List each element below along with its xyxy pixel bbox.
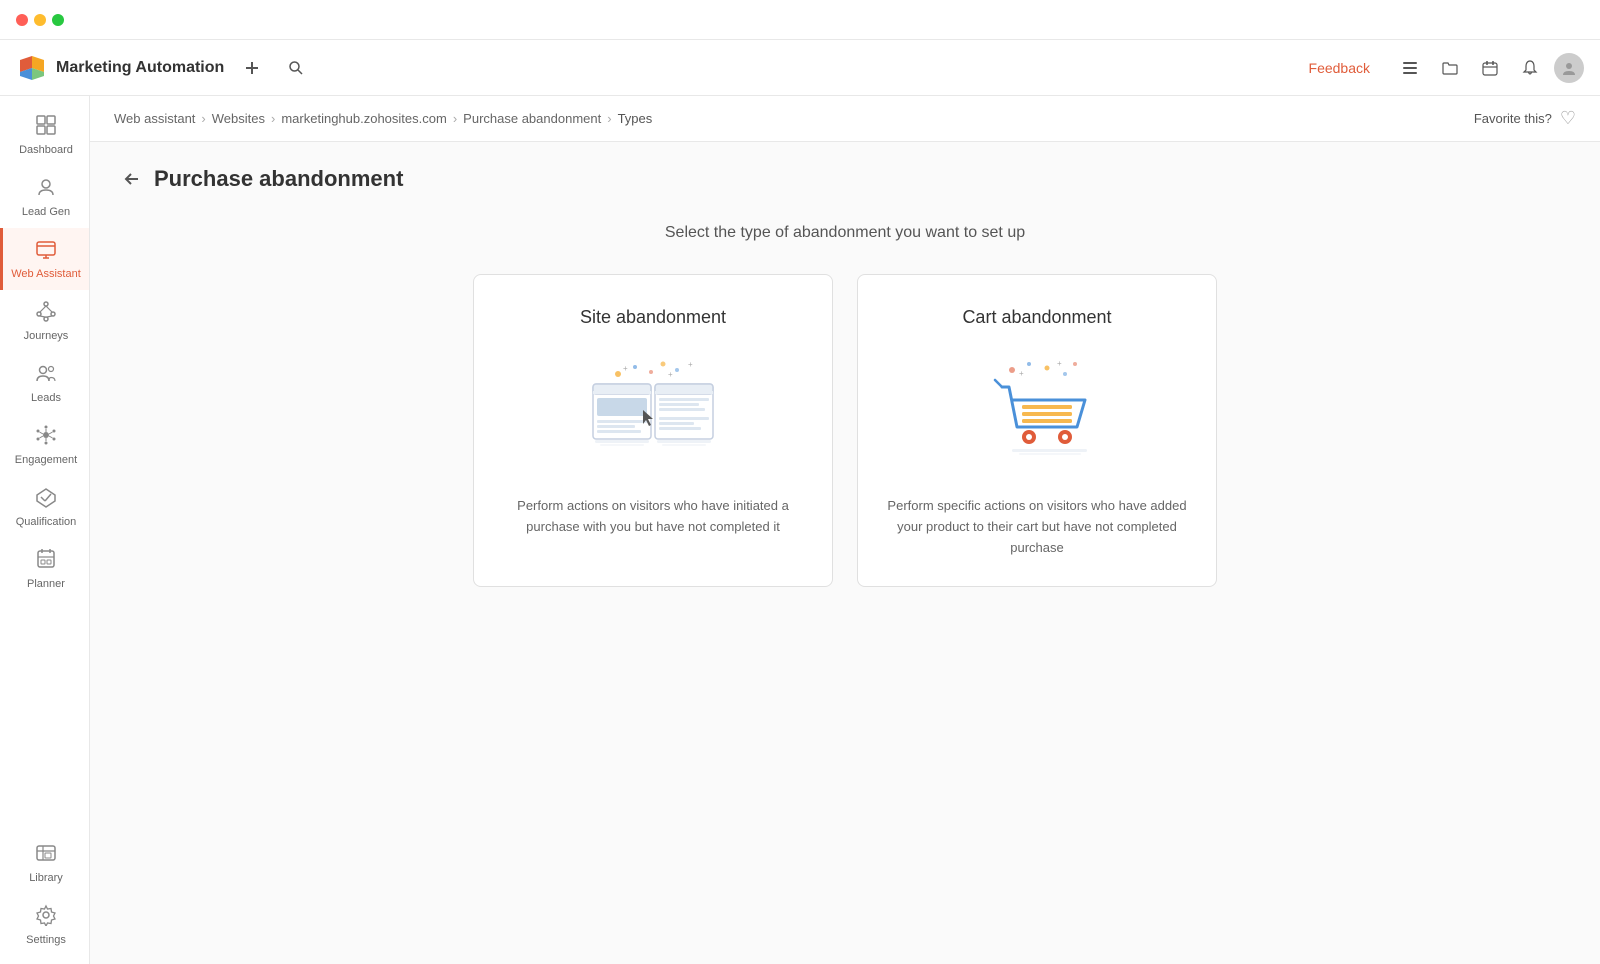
breadcrumb-web-assistant[interactable]: Web assistant: [114, 111, 195, 126]
app-logo-icon: [16, 52, 48, 84]
sidebar-item-qualification[interactable]: Qualification: [0, 476, 89, 538]
cart-abandonment-illustration: + +: [957, 352, 1117, 472]
app-header: Marketing Automation Feedback: [0, 40, 1600, 96]
app-logo: Marketing Automation: [16, 52, 224, 84]
close-button[interactable]: [16, 14, 28, 26]
sidebar-item-engagement[interactable]: Engagement: [0, 414, 89, 476]
calendar-icon: [1481, 59, 1499, 77]
feedback-button[interactable]: Feedback: [1297, 54, 1382, 82]
sidebar-item-engagement-label: Engagement: [15, 454, 77, 466]
favorite-button[interactable]: ♡: [1560, 108, 1576, 129]
breadcrumb-current: Types: [618, 111, 653, 126]
sidebar-item-library[interactable]: Library: [0, 832, 89, 894]
site-abandonment-illustration: + + +: [573, 352, 733, 472]
cart-abandonment-desc: Perform specific actions on visitors who…: [882, 496, 1192, 558]
back-arrow-icon: [122, 169, 142, 189]
user-avatar-icon: [1560, 59, 1578, 77]
page-header: Purchase abandonment: [122, 166, 1568, 192]
site-abandonment-desc: Perform actions on visitors who have ini…: [498, 496, 808, 538]
traffic-lights: [16, 14, 64, 26]
bell-icon: [1521, 59, 1539, 77]
cards-container: Site abandonment + + +: [122, 274, 1568, 587]
sidebar-item-planner[interactable]: Planner: [0, 538, 89, 600]
list-view-button[interactable]: [1394, 52, 1426, 84]
settings-icon: [35, 904, 57, 930]
dashboard-icon: [35, 114, 57, 140]
bell-button[interactable]: [1514, 52, 1546, 84]
sidebar-item-qualification-label: Qualification: [16, 516, 77, 528]
sidebar-item-lead-gen-label: Lead Gen: [22, 206, 70, 218]
sidebar-item-settings-label: Settings: [26, 934, 66, 946]
svg-text:+: +: [623, 364, 628, 373]
svg-text:+: +: [1019, 369, 1024, 378]
page-title: Purchase abandonment: [154, 166, 403, 192]
content-area: Web assistant › Websites › marketinghub.…: [90, 96, 1600, 964]
leads-icon: [35, 362, 57, 388]
breadcrumb-websites[interactable]: Websites: [212, 111, 265, 126]
breadcrumb-sep-1: ›: [201, 111, 205, 126]
cart-abandonment-title: Cart abandonment: [962, 307, 1111, 328]
sidebar-item-journeys[interactable]: Journeys: [0, 290, 89, 352]
page-content: Purchase abandonment Select the type of …: [90, 142, 1600, 964]
sidebar-item-web-assistant[interactable]: Web Assistant: [0, 228, 89, 290]
breadcrumb-sep-4: ›: [607, 111, 611, 126]
breadcrumb-sep-2: ›: [271, 111, 275, 126]
search-button[interactable]: [280, 52, 312, 84]
svg-text:+: +: [688, 360, 693, 369]
maximize-button[interactable]: [52, 14, 64, 26]
app-title: Marketing Automation: [56, 59, 224, 77]
lead-gen-icon: [35, 176, 57, 202]
sidebar-item-leads-label: Leads: [31, 392, 61, 404]
svg-text:+: +: [1057, 359, 1062, 368]
planner-icon: [35, 548, 57, 574]
sidebar-item-planner-label: Planner: [27, 578, 65, 590]
web-assistant-icon: [35, 238, 57, 264]
sidebar-item-leads[interactable]: Leads: [0, 352, 89, 414]
calendar-button[interactable]: [1474, 52, 1506, 84]
sidebar-item-journeys-label: Journeys: [24, 330, 69, 342]
minimize-button[interactable]: [34, 14, 46, 26]
header-icons: [1394, 52, 1584, 84]
breadcrumb-path: Web assistant › Websites › marketinghub.…: [114, 111, 652, 126]
selection-heading: Select the type of abandonment you want …: [122, 224, 1568, 242]
sidebar: Dashboard Lead Gen Web Assistant: [0, 96, 90, 964]
sidebar-item-dashboard[interactable]: Dashboard: [0, 104, 89, 166]
folder-button[interactable]: [1434, 52, 1466, 84]
breadcrumb-domain[interactable]: marketinghub.zohosites.com: [281, 111, 446, 126]
sidebar-item-web-assistant-label: Web Assistant: [11, 268, 81, 280]
add-button[interactable]: [236, 52, 268, 84]
avatar[interactable]: [1554, 53, 1584, 83]
qualification-icon: [35, 486, 57, 512]
sidebar-item-settings[interactable]: Settings: [0, 894, 89, 956]
journeys-icon: [35, 300, 57, 326]
site-abandonment-title: Site abandonment: [580, 307, 726, 328]
sidebar-item-dashboard-label: Dashboard: [19, 144, 73, 156]
plus-icon: [244, 60, 260, 76]
engagement-icon: [35, 424, 57, 450]
breadcrumb-sep-3: ›: [453, 111, 457, 126]
svg-text:+: +: [668, 370, 673, 379]
sidebar-item-lead-gen[interactable]: Lead Gen: [0, 166, 89, 228]
back-button[interactable]: [122, 169, 142, 189]
site-abandonment-card[interactable]: Site abandonment + + +: [473, 274, 833, 587]
breadcrumb: Web assistant › Websites › marketinghub.…: [90, 96, 1600, 142]
favorite-area: Favorite this? ♡: [1474, 108, 1576, 129]
list-icon: [1401, 59, 1419, 77]
cart-abandonment-card[interactable]: Cart abandonment + +: [857, 274, 1217, 587]
sidebar-item-library-label: Library: [29, 872, 63, 884]
breadcrumb-purchase-abandonment[interactable]: Purchase abandonment: [463, 111, 601, 126]
title-bar: [0, 0, 1600, 40]
favorite-label: Favorite this?: [1474, 111, 1552, 126]
search-icon: [288, 60, 304, 76]
folder-icon: [1441, 59, 1459, 77]
library-icon: [35, 842, 57, 868]
